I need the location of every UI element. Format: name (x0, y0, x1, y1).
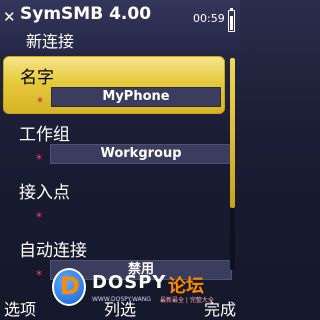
page-title: 新连接 (26, 32, 75, 51)
setting-label: 工作组 (19, 125, 70, 145)
app-title: SymSMB 4.00 (20, 4, 152, 24)
scrollbar[interactable] (230, 58, 235, 270)
required-marker: * (36, 152, 42, 166)
scrollbar-thumb[interactable] (230, 58, 235, 208)
settings-list: 名字 * MyPhone 工作组 * Workgroup 接入点 * 自动连接 … (0, 52, 240, 294)
options-softkey[interactable]: 选项 (4, 296, 36, 320)
watermark-brand: DOSPY (92, 272, 167, 293)
close-icon[interactable]: ✕ (3, 8, 16, 26)
name-field[interactable]: MyPhone (51, 87, 221, 107)
required-marker: * (37, 95, 43, 109)
done-softkey[interactable]: 完成 (204, 296, 236, 320)
battery-icon (228, 10, 235, 32)
setting-name[interactable]: 名字 * MyPhone (3, 56, 225, 114)
required-marker: * (36, 268, 42, 282)
setting-access-point[interactable]: 接入点 * (0, 172, 228, 230)
required-marker: * (36, 210, 42, 224)
battery-level (230, 16, 233, 30)
setting-label: 接入点 (19, 183, 70, 203)
setting-label: 名字 (20, 68, 54, 88)
setting-label: 自动连接 (19, 241, 87, 261)
workgroup-field[interactable]: Workgroup (50, 144, 232, 164)
clock: 00:59 (193, 12, 225, 25)
setting-workgroup[interactable]: 工作组 * Workgroup (0, 114, 232, 172)
softkey-bar: 选项 列选 完成 (0, 294, 240, 320)
access-point-field[interactable] (50, 202, 232, 222)
select-softkey[interactable]: 列选 (104, 296, 136, 320)
title-bar: ✕ SymSMB 4.00 新连接 00:59 (0, 0, 240, 52)
